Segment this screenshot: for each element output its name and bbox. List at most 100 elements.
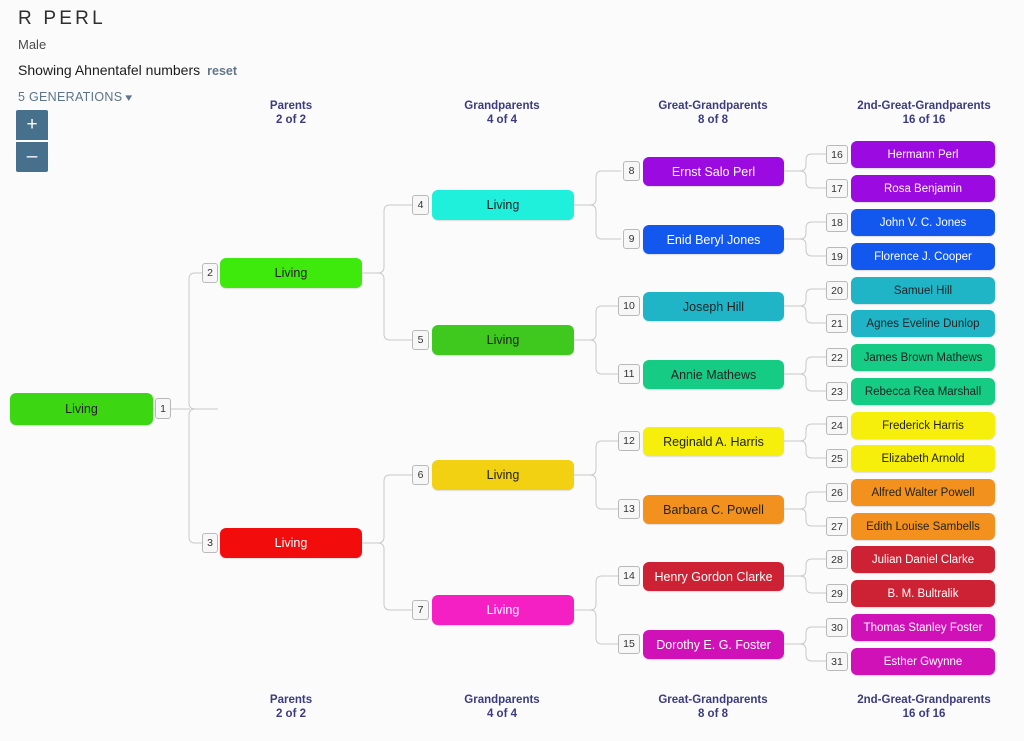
ahnentafel-badge-13[interactable]: 13 bbox=[618, 499, 640, 519]
ahnentafel-badge-17[interactable]: 17 bbox=[826, 179, 848, 198]
person-name-label: Joseph Hill bbox=[682, 299, 745, 314]
person-node-4[interactable]: Living bbox=[432, 190, 574, 220]
person-node-27[interactable]: Edith Louise Sambells bbox=[851, 513, 995, 540]
generations-dropdown-label: 5 GENERATIONS bbox=[18, 90, 123, 104]
ahnentafel-badge-8[interactable]: 8 bbox=[623, 161, 640, 181]
person-node-26[interactable]: Alfred Walter Powell bbox=[851, 479, 995, 506]
ahnentafel-badge-19[interactable]: 19 bbox=[826, 247, 848, 266]
ahnentafel-badge-31[interactable]: 31 bbox=[826, 652, 848, 671]
person-node-18[interactable]: John V. C. Jones bbox=[851, 209, 995, 236]
ahnentafel-badge-24[interactable]: 24 bbox=[826, 416, 848, 435]
column-title: Parents bbox=[269, 694, 313, 706]
person-node-6[interactable]: Living bbox=[432, 460, 574, 490]
person-name-label: Esther Gwynne bbox=[883, 655, 963, 668]
person-name-label: Julian Daniel Clarke bbox=[871, 553, 975, 566]
person-node-29[interactable]: B. M. Bultralik bbox=[851, 580, 995, 607]
person-node-19[interactable]: Florence J. Cooper bbox=[851, 243, 995, 270]
person-node-1[interactable]: Living bbox=[10, 393, 153, 425]
ahnentafel-badge-2[interactable]: 2 bbox=[202, 263, 218, 283]
person-name-label: Alfred Walter Powell bbox=[871, 486, 975, 499]
person-name-label: John V. C. Jones bbox=[879, 216, 967, 229]
person-name-label: Living bbox=[274, 536, 308, 550]
person-node-21[interactable]: Agnes Eveline Dunlop bbox=[851, 310, 995, 337]
column-label-2nd-great-grandparents-top: 2nd-Great-Grandparents 16 of 16 bbox=[838, 99, 1010, 127]
person-node-12[interactable]: Reginald A. Harris bbox=[643, 427, 784, 456]
person-name-label: Florence J. Cooper bbox=[874, 250, 972, 263]
column-title: Great-Grandparents bbox=[658, 100, 768, 112]
person-name-label: Living bbox=[486, 198, 520, 212]
ahnentafel-status-text: Showing Ahnentafel numbers bbox=[18, 62, 201, 78]
column-title: Grandparents bbox=[464, 100, 540, 112]
ahnentafel-badge-27[interactable]: 27 bbox=[826, 517, 848, 536]
ahnentafel-badge-23[interactable]: 23 bbox=[826, 382, 848, 401]
person-node-2[interactable]: Living bbox=[220, 258, 362, 288]
person-node-7[interactable]: Living bbox=[432, 595, 574, 625]
person-node-23[interactable]: Rebecca Rea Marshall bbox=[851, 378, 995, 405]
person-name-label: Annie Mathews bbox=[670, 367, 757, 382]
person-node-15[interactable]: Dorothy E. G. Foster bbox=[643, 630, 784, 659]
ahnentafel-badge-21[interactable]: 21 bbox=[826, 314, 848, 333]
person-node-13[interactable]: Barbara C. Powell bbox=[643, 495, 784, 524]
person-node-5[interactable]: Living bbox=[432, 325, 574, 355]
ahnentafel-badge-6[interactable]: 6 bbox=[412, 465, 429, 485]
person-name-label: Samuel Hill bbox=[893, 284, 953, 297]
zoom-in-button[interactable]: + bbox=[16, 110, 48, 140]
ahnentafel-badge-22[interactable]: 22 bbox=[826, 348, 848, 367]
ahnentafel-badge-1[interactable]: 1 bbox=[155, 398, 171, 419]
person-node-25[interactable]: Elizabeth Arnold bbox=[851, 445, 995, 472]
ahnentafel-badge-16[interactable]: 16 bbox=[826, 145, 848, 164]
person-name-label: Thomas Stanley Foster bbox=[863, 621, 983, 634]
ahnentafel-badge-9[interactable]: 9 bbox=[623, 229, 640, 249]
person-node-20[interactable]: Samuel Hill bbox=[851, 277, 995, 304]
person-name-label: Frederick Harris bbox=[882, 419, 964, 432]
column-title: Parents bbox=[269, 100, 313, 112]
column-count: 2 of 2 bbox=[275, 114, 307, 126]
person-node-8[interactable]: Ernst Salo Perl bbox=[643, 157, 784, 186]
column-label-great-grandparents-bottom: Great-Grandparents 8 of 8 bbox=[633, 693, 793, 721]
ahnentafel-badge-28[interactable]: 28 bbox=[826, 550, 848, 569]
person-node-9[interactable]: Enid Beryl Jones bbox=[643, 225, 784, 254]
ahnentafel-badge-30[interactable]: 30 bbox=[826, 618, 848, 637]
person-node-3[interactable]: Living bbox=[220, 528, 362, 558]
ahnentafel-badge-29[interactable]: 29 bbox=[826, 584, 848, 603]
person-node-16[interactable]: Hermann Perl bbox=[851, 141, 995, 168]
ahnentafel-badge-7[interactable]: 7 bbox=[412, 600, 429, 620]
person-name-label: Living bbox=[486, 468, 520, 482]
ahnentafel-badge-20[interactable]: 20 bbox=[826, 281, 848, 300]
person-node-22[interactable]: James Brown Mathews bbox=[851, 344, 995, 371]
ahnentafel-badge-25[interactable]: 25 bbox=[826, 449, 848, 468]
person-node-10[interactable]: Joseph Hill bbox=[643, 292, 784, 321]
ahnentafel-badge-3[interactable]: 3 bbox=[202, 533, 218, 553]
person-node-11[interactable]: Annie Mathews bbox=[643, 360, 784, 389]
zoom-out-button[interactable]: – bbox=[16, 142, 48, 172]
column-label-2nd-great-grandparents-bottom: 2nd-Great-Grandparents 16 of 16 bbox=[838, 693, 1010, 721]
generations-dropdown[interactable]: 5 GENERATIONS ▾ bbox=[18, 90, 133, 104]
person-name-label: B. M. Bultralik bbox=[887, 587, 959, 600]
column-label-parents-top: Parents 2 of 2 bbox=[231, 99, 351, 127]
ahnentafel-badge-4[interactable]: 4 bbox=[412, 195, 429, 215]
person-name-label: Enid Beryl Jones bbox=[666, 232, 761, 247]
person-node-30[interactable]: Thomas Stanley Foster bbox=[851, 614, 995, 641]
person-node-31[interactable]: Esther Gwynne bbox=[851, 648, 995, 675]
person-node-17[interactable]: Rosa Benjamin bbox=[851, 175, 995, 202]
column-label-great-grandparents-top: Great-Grandparents 8 of 8 bbox=[633, 99, 793, 127]
person-name-label: Henry Gordon Clarke bbox=[654, 569, 773, 584]
ahnentafel-badge-10[interactable]: 10 bbox=[618, 296, 640, 316]
ahnentafel-badge-11[interactable]: 11 bbox=[618, 364, 640, 384]
ahnentafel-badge-14[interactable]: 14 bbox=[618, 566, 640, 586]
reset-link[interactable]: reset bbox=[207, 64, 237, 78]
person-node-14[interactable]: Henry Gordon Clarke bbox=[643, 562, 784, 591]
column-count: 4 of 4 bbox=[486, 114, 518, 126]
person-name-label: Rosa Benjamin bbox=[884, 182, 962, 195]
ahnentafel-badge-5[interactable]: 5 bbox=[412, 330, 429, 350]
chevron-down-icon: ▾ bbox=[125, 92, 133, 104]
ahnentafel-badge-26[interactable]: 26 bbox=[826, 483, 848, 502]
column-count: 4 of 4 bbox=[486, 708, 518, 720]
ahnentafel-badge-15[interactable]: 15 bbox=[618, 634, 640, 654]
person-name-label: Hermann Perl bbox=[887, 148, 959, 161]
person-name-label: Edith Louise Sambells bbox=[866, 520, 980, 533]
person-node-24[interactable]: Frederick Harris bbox=[851, 412, 995, 439]
person-node-28[interactable]: Julian Daniel Clarke bbox=[851, 546, 995, 573]
ahnentafel-badge-12[interactable]: 12 bbox=[618, 431, 640, 451]
ahnentafel-badge-18[interactable]: 18 bbox=[826, 213, 848, 232]
